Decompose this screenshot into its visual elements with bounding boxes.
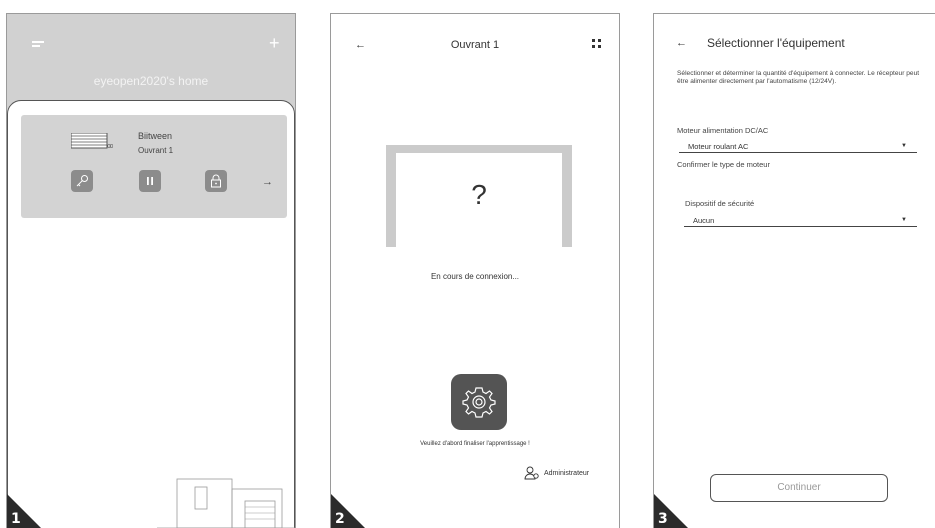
- unknown-device-mark: ?: [471, 179, 487, 210]
- step-number: 2: [335, 511, 345, 527]
- device-card[interactable]: Biitween Ouvrant 1 →: [21, 115, 287, 218]
- page-description: Sélectionner et déterminer la quantité d…: [677, 70, 920, 85]
- settings-button[interactable]: [451, 374, 507, 430]
- menu-icon[interactable]: [32, 41, 44, 49]
- grid-menu-icon[interactable]: [592, 39, 602, 49]
- pause-icon: [147, 177, 153, 185]
- safety-device-value: Aucun: [693, 216, 715, 225]
- motor-type-label: Moteur alimentation DC/AC: [677, 126, 769, 135]
- house-illustration-icon: [157, 478, 295, 528]
- motor-type-select[interactable]: Moteur roulant AC ▼: [679, 141, 917, 153]
- device-detail-arrow[interactable]: →: [262, 176, 273, 188]
- dropdown-caret-icon: ▼: [901, 217, 907, 223]
- learning-warning: Veuillez d'abord finaliser l'apprentissa…: [420, 441, 530, 447]
- page-title: Ouvrant 1: [450, 39, 500, 51]
- motor-type-hint: Confirmer le type de moteur: [677, 160, 770, 169]
- page-title: Sélectionner l'équipement: [707, 36, 845, 50]
- admin-user-icon[interactable]: [524, 466, 540, 480]
- device-name: Biitween: [138, 131, 173, 141]
- gear-icon: [462, 387, 496, 418]
- step-number: 1: [11, 511, 21, 527]
- home-header: + eyeopen2020's home: [7, 14, 295, 114]
- shutter-icon: [71, 133, 113, 149]
- lock-button[interactable]: [205, 170, 227, 192]
- home-title: eyeopen2020's home: [93, 74, 209, 88]
- screen-device: ← Ouvrant 1 ? En cours de connexion... V…: [330, 13, 620, 528]
- screen-select-equipment: ← Sélectionner l'équipement Sélectionner…: [653, 13, 935, 528]
- lock-icon: [211, 174, 221, 188]
- add-icon[interactable]: +: [269, 34, 280, 52]
- admin-label[interactable]: Administrateur: [544, 470, 589, 477]
- device-placeholder: ?: [386, 145, 572, 247]
- safety-device-label: Dispositif de sécurité: [685, 199, 755, 208]
- device-subtitle: Ouvrant 1: [138, 146, 174, 155]
- key-icon: [76, 175, 88, 187]
- pause-button[interactable]: [139, 170, 161, 192]
- safety-device-select[interactable]: Aucun ▼: [684, 215, 917, 227]
- connection-status: En cours de connexion...: [430, 272, 520, 281]
- dropdown-caret-icon: ▼: [901, 143, 907, 149]
- open-button[interactable]: [71, 170, 93, 192]
- motor-type-value: Moteur roulant AC: [688, 142, 749, 151]
- screen-home: + eyeopen2020's home Biitween Ouvrant 1: [6, 13, 296, 528]
- continue-button[interactable]: Continuer: [710, 474, 888, 502]
- step-number: 3: [658, 511, 668, 527]
- back-button[interactable]: ←: [676, 37, 687, 49]
